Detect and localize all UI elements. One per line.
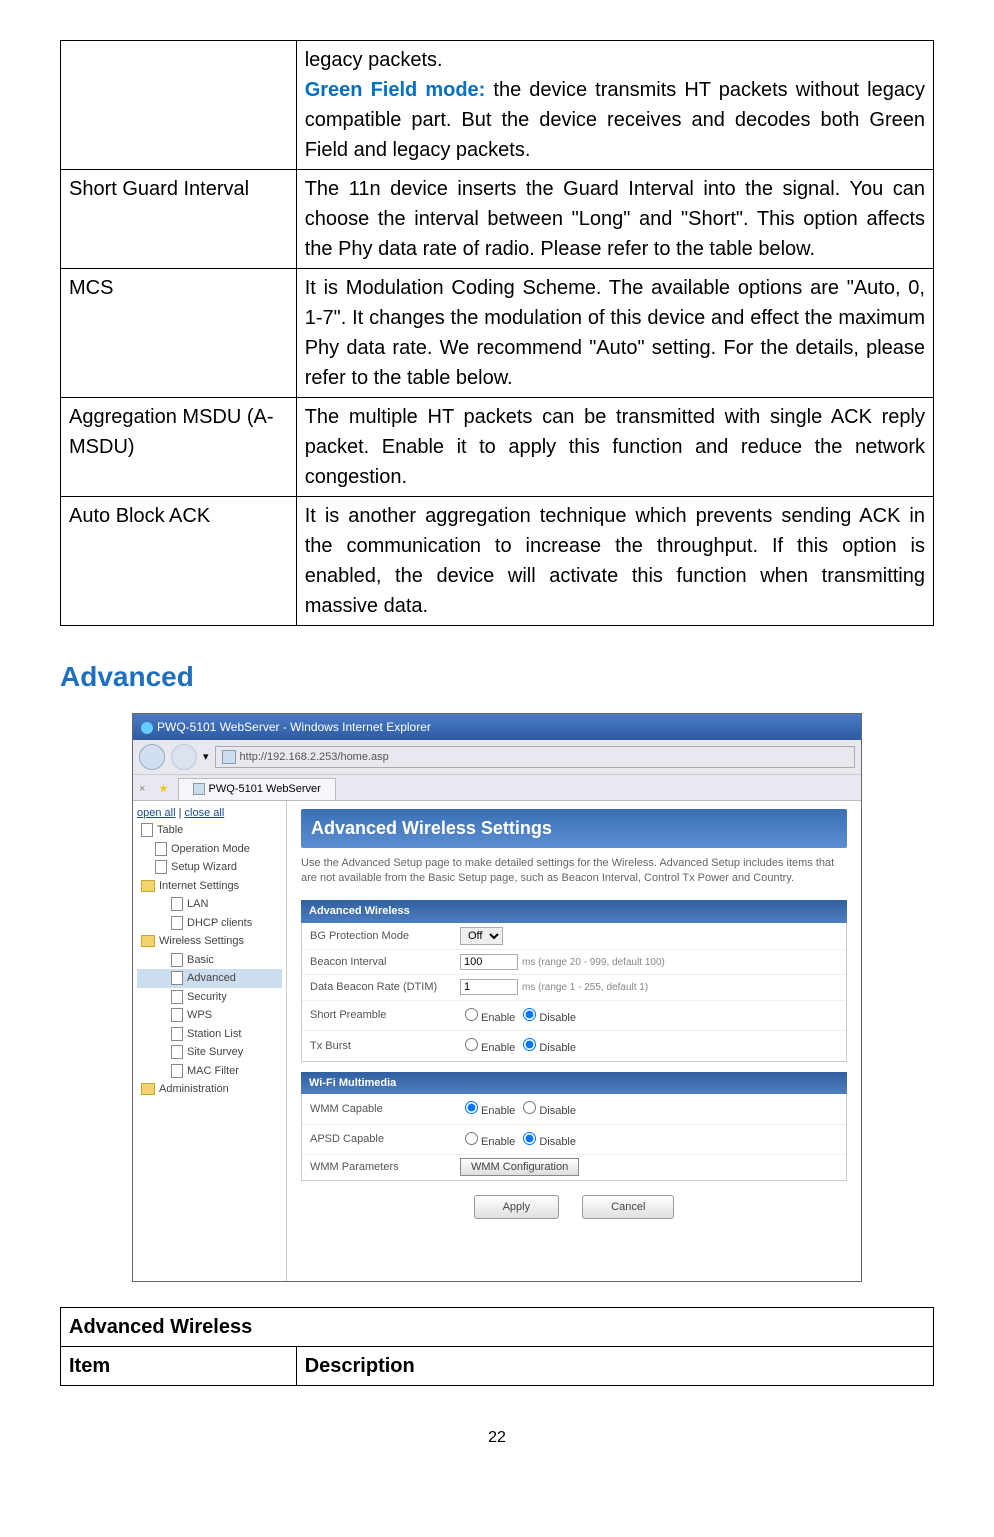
radio-label: Enable [481, 1136, 518, 1148]
table2-col2: Description [296, 1346, 933, 1385]
form-label: Data Beacon Rate (DTIM) [310, 979, 460, 996]
panel-advanced-wireless: BG Protection ModeOffBeacon Intervalms (… [301, 923, 847, 1062]
close-all-link[interactable]: close all [185, 807, 225, 819]
radio-input[interactable] [523, 1101, 536, 1114]
select-input[interactable]: Off [460, 927, 503, 945]
page-icon [222, 750, 236, 764]
back-button[interactable] [139, 744, 165, 770]
cancel-button[interactable]: Cancel [582, 1195, 674, 1220]
form-row: Tx Burst Enable Disable [302, 1031, 846, 1061]
form-label: Tx Burst [310, 1038, 460, 1055]
row-label: Auto Block ACK [61, 497, 297, 626]
sidebar-item[interactable]: Administration [137, 1080, 282, 1099]
text-input[interactable] [460, 954, 518, 970]
window-titlebar: PWQ-5101 WebServer - Windows Internet Ex… [133, 714, 861, 740]
row-label: Short Guard Interval [61, 170, 297, 269]
page-banner: Advanced Wireless Settings [301, 809, 847, 848]
form-row: APSD Capable Enable Disable [302, 1125, 846, 1156]
form-label: Beacon Interval [310, 954, 460, 971]
form-row: WMM Capable Enable Disable [302, 1094, 846, 1125]
sidebar-item[interactable]: Security [137, 988, 282, 1007]
radio-input[interactable] [523, 1008, 536, 1021]
open-all-link[interactable]: open all [137, 807, 176, 819]
spec-table-1: legacy packets. Green Field mode: the de… [60, 40, 934, 626]
tab-page-icon [193, 783, 205, 795]
text-input[interactable] [460, 979, 518, 995]
radio-label: Enable [481, 1042, 518, 1054]
radio-label: Disable [539, 1136, 576, 1148]
browser-screenshot: PWQ-5101 WebServer - Windows Internet Ex… [132, 713, 862, 1282]
sidebar-item[interactable]: Station List [137, 1025, 282, 1044]
spec-table-2: Advanced Wireless Item Description [60, 1307, 934, 1386]
table2-col1: Item [61, 1346, 297, 1385]
sidebar-item[interactable]: LAN [137, 895, 282, 914]
row-desc: The multiple HT packets can be transmitt… [296, 398, 933, 497]
radio-input[interactable] [465, 1101, 478, 1114]
sidebar-item[interactable]: MAC Filter [137, 1062, 282, 1081]
radio-label: Enable [481, 1012, 518, 1024]
tab-strip: × ★ PWQ-5101 WebServer [133, 775, 861, 801]
radio-input[interactable] [523, 1132, 536, 1145]
favorites-icon[interactable]: ★ [159, 783, 169, 795]
green-field-label: Green Field mode: [305, 79, 486, 101]
ie-icon [141, 722, 153, 734]
sidebar-item[interactable]: Operation Mode [137, 840, 282, 859]
form-row: Beacon Interval ms (range 20 - 999, defau… [302, 950, 846, 976]
form-row: Data Beacon Rate (DTIM) ms (range 1 - 255… [302, 975, 846, 1001]
panel-header-wmm: Wi-Fi Multimedia [301, 1072, 847, 1095]
hint-text: ms (range 20 - 999, default 100) [522, 957, 665, 968]
sidebar-item[interactable]: Basic [137, 951, 282, 970]
sidebar-item[interactable]: Site Survey [137, 1043, 282, 1062]
radio-label: Disable [539, 1042, 576, 1054]
radio-label: Disable [539, 1105, 576, 1117]
row-desc: It is Modulation Coding Scheme. The avai… [296, 269, 933, 398]
page-number: 22 [60, 1426, 934, 1450]
radio-input[interactable] [465, 1038, 478, 1051]
form-label: WMM Parameters [310, 1159, 460, 1176]
section-heading: Advanced [60, 656, 934, 698]
row-label: Aggregation MSDU (A-MSDU) [61, 398, 297, 497]
table2-header: Advanced Wireless [61, 1307, 934, 1346]
radio-label: Disable [539, 1012, 576, 1024]
panel-wifi-multimedia: WMM Capable Enable Disable APSD Capable En… [301, 1094, 847, 1181]
sidebar-item[interactable]: Table [137, 821, 282, 840]
radio-input[interactable] [465, 1008, 478, 1021]
form-row: Short Preamble Enable Disable [302, 1001, 846, 1032]
row-desc: The 11n device inserts the Guard Interva… [296, 170, 933, 269]
radio-input[interactable] [465, 1132, 478, 1145]
sidebar-item[interactable]: DHCP clients [137, 914, 282, 933]
sidebar-item[interactable]: WPS [137, 1006, 282, 1025]
intro-text: Use the Advanced Setup page to make deta… [301, 856, 847, 887]
form-label: WMM Capable [310, 1101, 460, 1118]
cell-text: legacy packets. [305, 49, 443, 71]
form-label: BG Protection Mode [310, 928, 460, 945]
refresh-icon[interactable]: ▾ [203, 749, 209, 766]
forward-button[interactable] [171, 744, 197, 770]
nav-sidebar: open all | close all TableOperation Mode… [133, 801, 287, 1281]
form-row: BG Protection ModeOff [302, 923, 846, 950]
wmm-config-button[interactable]: WMM Configuration [460, 1158, 579, 1176]
tab[interactable]: PWQ-5101 WebServer [178, 778, 336, 800]
sidebar-item[interactable]: Internet Settings [137, 877, 282, 896]
radio-label: Enable [481, 1105, 518, 1117]
form-label: APSD Capable [310, 1131, 460, 1148]
apply-button[interactable]: Apply [474, 1195, 560, 1220]
url-input[interactable]: http://192.168.2.253/home.asp [215, 746, 855, 769]
sidebar-item[interactable]: Setup Wizard [137, 858, 282, 877]
window-title: PWQ-5101 WebServer - Windows Internet Ex… [157, 720, 431, 734]
row-desc: It is another aggregation technique whic… [296, 497, 933, 626]
main-panel: Advanced Wireless Settings Use the Advan… [287, 801, 861, 1281]
sidebar-item[interactable]: Wireless Settings [137, 932, 282, 951]
form-label: Short Preamble [310, 1007, 460, 1024]
radio-input[interactable] [523, 1038, 536, 1051]
panel-header-advanced: Advanced Wireless [301, 900, 847, 923]
close-icon[interactable]: × [139, 783, 145, 795]
row-label: MCS [61, 269, 297, 398]
sidebar-item[interactable]: Advanced [137, 969, 282, 988]
hint-text: ms (range 1 - 255, default 1) [522, 982, 648, 993]
form-row: WMM ParametersWMM Configuration [302, 1155, 846, 1180]
